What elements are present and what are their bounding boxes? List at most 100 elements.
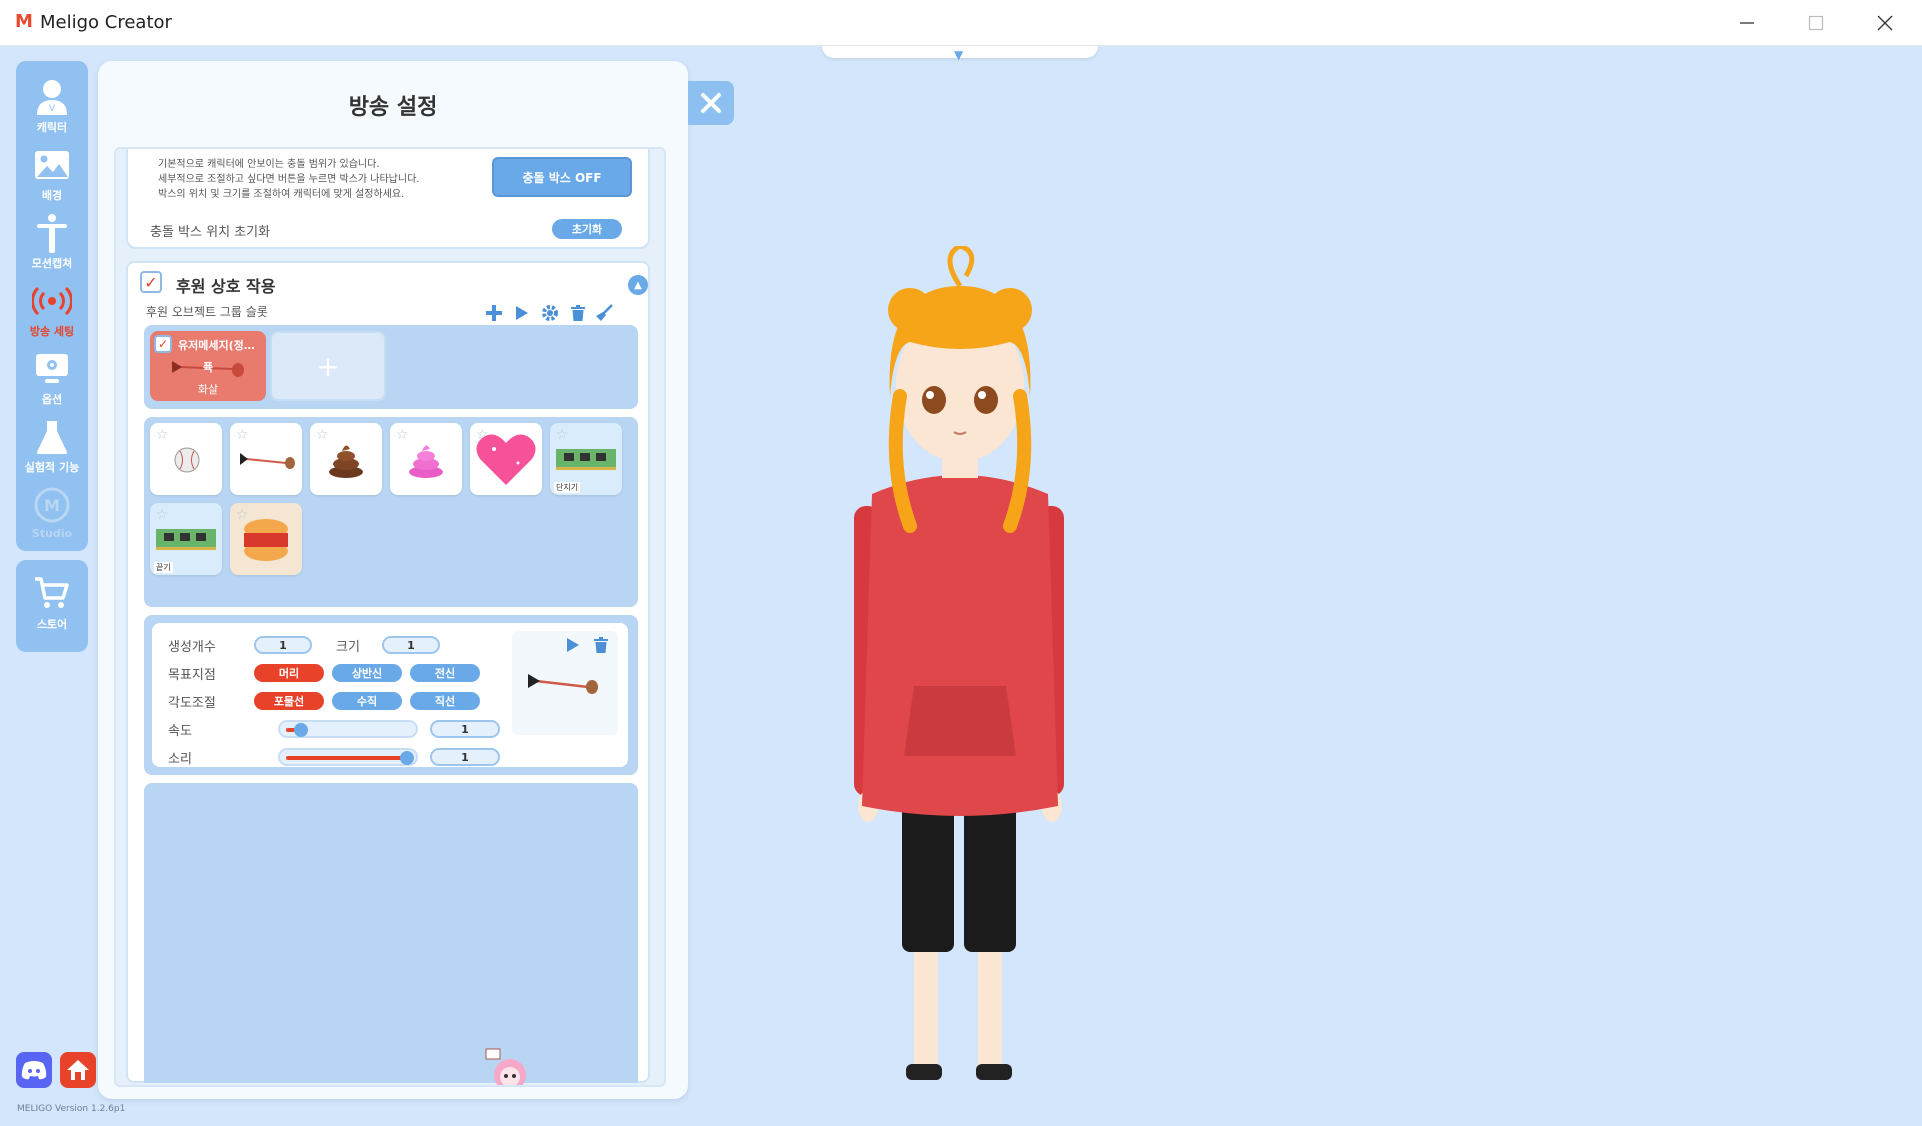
collision-box-toggle-button[interactable]: 충돌 박스 OFF [492, 157, 632, 197]
angle-straight-button[interactable]: 직선 [410, 692, 480, 710]
collision-reset-label: 충돌 박스 위치 초기화 [150, 225, 271, 240]
count-field[interactable]: 1 [254, 636, 312, 654]
sidebar-item-studio[interactable]: M Studio [16, 481, 88, 547]
avatar-character-model[interactable] [830, 246, 1090, 1126]
trash-icon[interactable] [568, 303, 588, 323]
collision-reset-button[interactable]: 초기화 [552, 219, 622, 239]
speed-slider-knob[interactable] [293, 723, 308, 737]
speed-field[interactable]: 1 [430, 720, 500, 738]
target-head-button[interactable]: 머리 [254, 664, 324, 682]
tile-tag: 단지기 [554, 482, 581, 493]
settings-scroll-area[interactable]: 기본적으로 캐릭터에 안보이는 충돌 범위가 있습니다. 세부적으로 조절하고 … [114, 147, 666, 1087]
sidebar-item-experimental[interactable]: 실험적 기능 [16, 413, 88, 479]
panel-close-button[interactable] [688, 81, 734, 125]
group-slot-label: 후원 오브젝트 그룹 슬롯 [146, 305, 268, 319]
star-icon[interactable]: ☆ [556, 427, 569, 443]
sound-label: 소리 [168, 752, 192, 767]
burger-logo-icon [244, 519, 288, 561]
star-icon[interactable]: ☆ [156, 427, 169, 443]
sound-slider-knob[interactable] [400, 751, 414, 765]
collision-description: 기본적으로 캐릭터에 안보이는 충돌 범위가 있습니다. 세부적으로 조절하고 … [158, 159, 420, 200]
sidebar-item-options[interactable]: 옵션 [16, 345, 88, 411]
speed-label: 속도 [168, 724, 192, 739]
item-heart[interactable]: ☆ [470, 423, 542, 495]
home-icon [67, 1060, 89, 1080]
target-label: 목표지점 [168, 668, 216, 683]
store-button[interactable]: 스토어 [16, 560, 88, 652]
target-upper-body-button[interactable]: 상반신 [332, 664, 402, 682]
sidebar-item-broadcast-settings[interactable]: 방송 세팅 [16, 277, 88, 343]
title-bar: M Meligo Creator [0, 0, 1922, 46]
object-preview [512, 631, 618, 735]
sound-slider-fill [286, 756, 406, 760]
close-icon [701, 93, 721, 113]
donation-section-title: 후원 상호 작용 [176, 277, 276, 296]
minimize-button[interactable] [1712, 0, 1782, 46]
sweep-icon[interactable] [594, 303, 614, 323]
broadcast-icon [30, 281, 74, 321]
item-arrow[interactable]: ☆ [230, 423, 302, 495]
arrow-plunger-icon [240, 453, 295, 469]
sound-field[interactable]: 1 [430, 748, 500, 766]
version-text: MELIGO Version 1.2.6p1 [17, 1104, 126, 1114]
add-icon[interactable] [484, 303, 504, 323]
tile-tag: 끝기 [154, 562, 173, 573]
home-button[interactable] [60, 1052, 96, 1088]
donation-enable-checkbox[interactable]: ✓ [140, 271, 162, 293]
angle-parabola-button[interactable]: 포물선 [254, 692, 324, 710]
collision-box-card: 기본적으로 캐릭터에 안보이는 충돌 범위가 있습니다. 세부적으로 조절하고 … [126, 149, 650, 249]
svg-text:V: V [49, 104, 56, 114]
play-icon[interactable] [566, 637, 580, 653]
donation-interaction-card: ✓ 후원 상호 작용 ▲ 후원 오브젝트 그룹 슬롯 ✓ 유저메세지(정… 퓩 … [126, 261, 650, 1085]
main-stage: ▼ V 캐릭터 배경 모션캡쳐 방송 세팅 옵션 실험적 기능 M Studio… [0, 46, 1922, 1126]
target-full-body-button[interactable]: 전신 [410, 664, 480, 682]
collapse-up-icon[interactable]: ▲ [628, 275, 648, 295]
window-title: Meligo Creator [40, 12, 172, 33]
motion-capture-icon [30, 213, 74, 253]
play-icon[interactable] [512, 303, 532, 323]
object-settings-area: 생성개수 1 크기 1 목표지점 머리 상반신 전신 각도조절 포물선 수직 직… [144, 615, 638, 775]
maximize-button[interactable] [1781, 0, 1851, 46]
item-baseball[interactable]: ☆ [150, 423, 222, 495]
sidebar-item-motion-capture[interactable]: 모션캡쳐 [16, 209, 88, 275]
sidebar: V 캐릭터 배경 모션캡쳐 방송 세팅 옵션 실험적 기능 M Studio [16, 61, 88, 551]
panel-title: 방송 설정 [348, 95, 438, 120]
broadcast-settings-panel: 방송 설정 기본적으로 캐릭터에 안보이는 충돌 범위가 있습니다. 세부적으로… [98, 61, 688, 1099]
add-group-slot-button[interactable]: + [270, 331, 386, 401]
group-slot-active[interactable]: ✓ 유저메세지(정… 퓩 화살 [150, 331, 266, 401]
discord-button[interactable] [16, 1052, 52, 1088]
baseball-icon [174, 447, 200, 473]
item-ram-stick[interactable]: ☆ 단지기 [550, 423, 622, 495]
close-window-button[interactable] [1850, 0, 1920, 46]
cart-icon [16, 576, 88, 614]
arrow-plunger-icon [528, 674, 598, 694]
angle-vertical-button[interactable]: 수직 [332, 692, 402, 710]
image-icon [30, 145, 74, 185]
ram-stick-icon [156, 529, 216, 550]
gear-icon[interactable] [540, 303, 560, 323]
settings-monitor-icon [30, 349, 74, 389]
count-label: 생성개수 [168, 640, 216, 655]
discord-icon [21, 1061, 47, 1080]
object-settings-card: 생성개수 1 크기 1 목표지점 머리 상반신 전신 각도조절 포물선 수직 직… [152, 623, 628, 767]
maximize-icon [1808, 15, 1824, 31]
chevron-down-icon[interactable]: ▼ [954, 48, 963, 62]
slot-checkbox[interactable]: ✓ [154, 335, 172, 353]
item-burger-logo[interactable]: ☆ [230, 503, 302, 575]
item-ram-stick-2[interactable]: ☆ 끝기 [150, 503, 222, 575]
flask-icon [30, 417, 74, 457]
angle-label: 각도조절 [168, 696, 216, 711]
speed-slider[interactable] [278, 720, 418, 738]
sound-slider[interactable] [278, 748, 418, 766]
star-icon[interactable]: ☆ [236, 427, 249, 443]
minimize-icon [1740, 22, 1754, 24]
star-icon[interactable]: ☆ [156, 507, 169, 523]
trash-icon[interactable] [594, 637, 608, 653]
size-field[interactable]: 1 [382, 636, 440, 654]
mascot-sticker-icon [485, 1048, 526, 1085]
item-poop-pink[interactable]: ☆ [390, 423, 462, 495]
sidebar-item-character[interactable]: V 캐릭터 [16, 73, 88, 139]
sidebar-item-background[interactable]: 배경 [16, 141, 88, 207]
item-poop-brown[interactable]: ☆ [310, 423, 382, 495]
slot-sub-text: 퓩 [202, 361, 214, 374]
